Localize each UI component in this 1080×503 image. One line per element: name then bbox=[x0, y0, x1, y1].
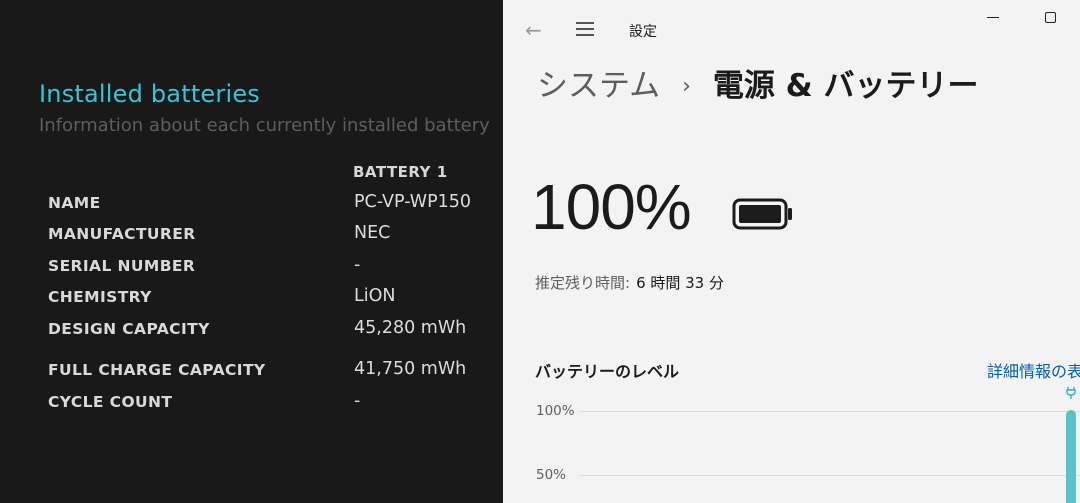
estimated-remaining-time: 推定残り時間: 6 時間 33 分 bbox=[535, 272, 724, 293]
installed-batteries-heading: Installed batteries bbox=[39, 80, 261, 108]
row-label: SERIAL NUMBER bbox=[48, 257, 196, 275]
battery-full-icon bbox=[732, 198, 792, 230]
battery-level-bar[interactable] bbox=[1066, 410, 1076, 503]
page-title: 電源 & バッテリー bbox=[712, 68, 979, 104]
row-label: CYCLE COUNT bbox=[48, 393, 173, 411]
hamburger-menu-icon[interactable] bbox=[576, 22, 594, 36]
breadcrumb-separator: › bbox=[682, 74, 691, 99]
plug-icon bbox=[1065, 386, 1077, 400]
gridline bbox=[579, 475, 1080, 476]
table-row: CYCLE COUNT - bbox=[0, 391, 503, 417]
table-row: DESIGN CAPACITY 45,280 mWh bbox=[0, 318, 503, 344]
row-value: - bbox=[354, 255, 361, 275]
installed-batteries-subtitle: Information about each currently install… bbox=[39, 115, 490, 136]
gridline bbox=[579, 411, 1080, 412]
battery-level-heading: バッテリーのレベル bbox=[535, 362, 680, 381]
breadcrumb: システム › 電源 & バッテリー bbox=[537, 60, 979, 105]
breadcrumb-parent[interactable]: システム bbox=[537, 68, 660, 104]
table-row: FULL CHARGE CAPACITY 41,750 mWh bbox=[0, 359, 503, 385]
row-value: 45,280 mWh bbox=[354, 318, 467, 338]
battery-percentage: 100% bbox=[531, 171, 692, 243]
remaining-value: 6 時間 33 分 bbox=[636, 274, 724, 292]
app-title: 設定 bbox=[629, 24, 657, 40]
row-value: NEC bbox=[354, 223, 391, 243]
row-label: NAME bbox=[48, 194, 101, 212]
minimize-icon[interactable] bbox=[987, 17, 999, 18]
y-tick-label: 100% bbox=[536, 403, 575, 419]
row-value: LiON bbox=[354, 286, 396, 306]
row-value: 41,750 mWh bbox=[354, 359, 467, 379]
y-tick-label: 50% bbox=[536, 467, 567, 483]
details-link[interactable]: 詳細情報の表 bbox=[987, 358, 1080, 382]
row-label: MANUFACTURER bbox=[48, 225, 196, 243]
battery-column-header: BATTERY 1 bbox=[353, 163, 448, 181]
row-value: - bbox=[354, 391, 361, 411]
row-label: FULL CHARGE CAPACITY bbox=[48, 361, 266, 379]
maximize-icon[interactable] bbox=[1045, 12, 1056, 23]
row-label: CHEMISTRY bbox=[48, 288, 152, 306]
table-row: MANUFACTURER NEC bbox=[0, 223, 503, 249]
back-arrow-icon[interactable]: ← bbox=[525, 20, 545, 40]
table-row: SERIAL NUMBER - bbox=[0, 255, 503, 281]
remaining-label: 推定残り時間: bbox=[535, 274, 631, 292]
table-row: NAME PC-VP-WP150 bbox=[0, 192, 503, 218]
battery-report-panel: Installed batteries Information about ea… bbox=[0, 0, 503, 503]
settings-window: ← 設定 システム › 電源 & バッテリー 100% 推定残り時間: 6 時間 33… bbox=[503, 0, 1080, 503]
row-value: PC-VP-WP150 bbox=[354, 192, 472, 212]
table-row: CHEMISTRY LiON bbox=[0, 286, 503, 312]
row-label: DESIGN CAPACITY bbox=[48, 320, 210, 338]
